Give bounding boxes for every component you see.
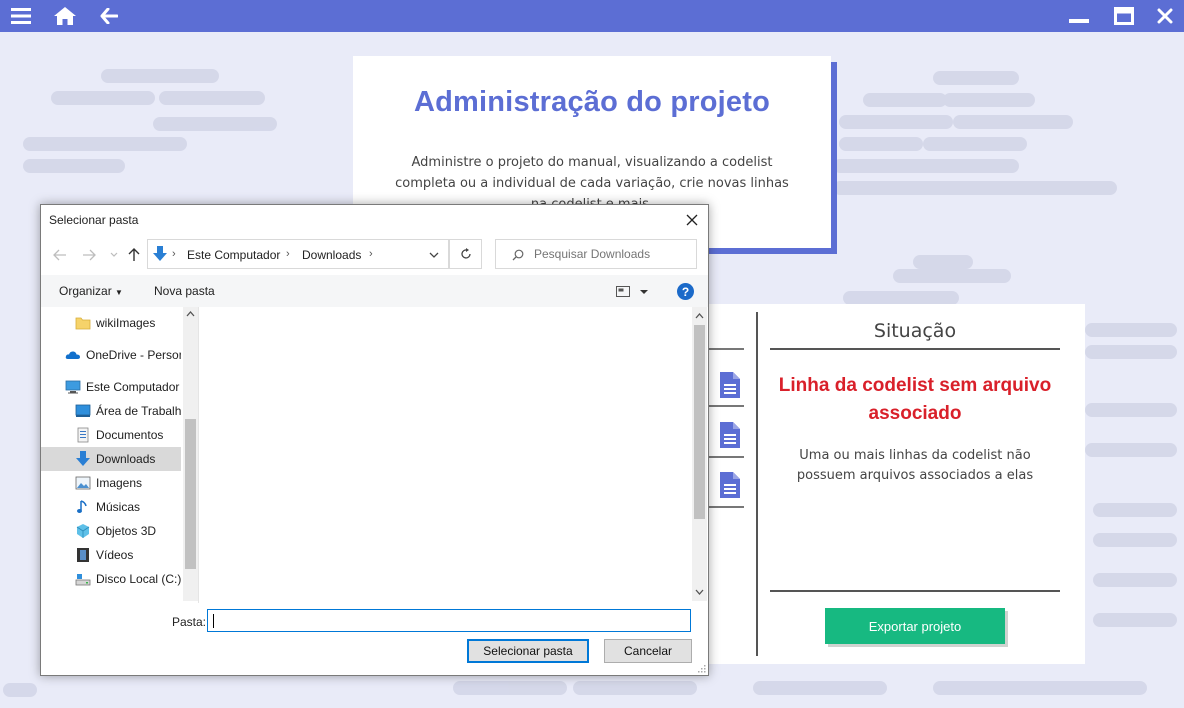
folder-icon <box>75 317 91 330</box>
help-icon[interactable]: ? <box>677 283 694 300</box>
admin-title: Administração do projeto <box>413 86 771 118</box>
drive-icon <box>75 574 91 586</box>
select-folder-dialog: Selecionar pasta › Este Computador › Dow… <box>40 204 709 676</box>
music-icon <box>77 500 87 513</box>
breadcrumb-separator: › <box>172 248 176 260</box>
folder-label: Pasta: <box>172 615 207 629</box>
file-list-scroll-thumb[interactable] <box>694 325 705 519</box>
breadcrumb-downloads[interactable]: Downloads <box>302 248 361 262</box>
up-icon[interactable] <box>126 247 142 263</box>
downloads-icon <box>153 246 167 261</box>
tree-item-label: OneDrive - Personal <box>86 348 181 362</box>
status-message: Linha da codelist sem arquivo associado <box>778 375 1052 424</box>
back-arrow-icon[interactable] <box>98 0 120 32</box>
tree-item-label: Área de Trabalho <box>96 404 181 418</box>
videos-icon <box>77 548 89 562</box>
refresh-icon <box>460 248 471 259</box>
status-description: Uma ou mais linhas da codelist não possu… <box>796 448 1034 483</box>
tree-item-downloads[interactable]: Downloads <box>41 447 181 471</box>
address-bar[interactable]: › Este Computador › Downloads › <box>147 239 449 269</box>
navigation-tree: wikiImages OneDrive - Personal Este Comp… <box>41 307 183 603</box>
pictures-icon <box>75 476 91 490</box>
breadcrumb-separator: › <box>369 248 373 260</box>
cancel-button[interactable]: Cancelar <box>604 639 692 663</box>
tree-item-videos[interactable]: Vídeos <box>41 543 181 567</box>
select-folder-button[interactable]: Selecionar pasta <box>467 639 589 663</box>
documents-icon <box>77 427 89 443</box>
objects-3d-icon <box>76 524 90 538</box>
organize-button[interactable]: Organizar ▼ <box>59 284 123 298</box>
dialog-toolbar: Organizar ▼ Nova pasta <box>41 275 708 307</box>
onedrive-icon <box>65 351 80 359</box>
desktop-icon <box>75 404 91 417</box>
scroll-up-icon[interactable] <box>186 311 195 317</box>
tree-item-label: Imagens <box>96 476 143 490</box>
menu-icon[interactable] <box>10 0 32 32</box>
tree-item-desktop[interactable]: Área de Trabalho <box>41 399 181 423</box>
tree-item-label: Documentos <box>96 428 164 442</box>
heading-rule <box>770 348 1060 350</box>
title-bar <box>0 0 1184 32</box>
organize-label: Organizar <box>59 284 112 298</box>
search-box[interactable] <box>495 239 697 269</box>
view-options-icon[interactable] <box>616 285 652 299</box>
tree-item-label: Este Computador <box>86 380 180 394</box>
home-icon[interactable] <box>53 0 77 32</box>
tree-item-label: Disco Local (C:) <box>96 572 181 586</box>
maximize-icon[interactable] <box>1113 0 1135 32</box>
breadcrumb-separator: › <box>286 248 290 260</box>
dialog-title: Selecionar pasta <box>49 213 139 227</box>
minimize-icon[interactable] <box>1068 0 1090 32</box>
downloads-icon <box>76 451 90 466</box>
tree-item-documents[interactable]: Documentos <box>41 423 181 447</box>
close-icon[interactable] <box>1154 0 1176 32</box>
situation-heading: Situação <box>873 320 957 342</box>
new-folder-button[interactable]: Nova pasta <box>154 284 215 298</box>
file-list-scrollbar[interactable] <box>692 307 707 601</box>
tree-item-label: Objetos 3D <box>96 524 157 538</box>
recent-locations-chevron-icon[interactable] <box>106 247 122 263</box>
tree-item-local-disk[interactable]: Disco Local (C:) <box>41 567 181 591</box>
organize-chevron-icon: ▼ <box>115 288 123 297</box>
folder-input[interactable] <box>207 609 691 632</box>
tree-item-pictures[interactable]: Imagens <box>41 471 181 495</box>
file-list[interactable] <box>199 307 693 603</box>
tree-item-this-pc[interactable]: Este Computador <box>41 375 181 399</box>
refresh-button[interactable] <box>449 239 482 269</box>
tree-item-label: Downloads <box>96 452 156 466</box>
tree-scrollbar[interactable] <box>183 307 198 601</box>
scroll-down-icon[interactable] <box>695 589 704 595</box>
text-caret <box>213 614 214 628</box>
tree-item-label: wikiImages <box>96 316 156 330</box>
address-dropdown-icon[interactable] <box>429 252 439 258</box>
document-icon[interactable] <box>720 372 740 398</box>
situation-panel: Situação Linha da codelist sem arquivo a… <box>700 304 1085 664</box>
tree-item-label: Músicas <box>96 500 141 514</box>
scroll-up-icon[interactable] <box>695 313 704 319</box>
search-icon <box>512 249 524 261</box>
tree-item-wikiimages[interactable]: wikiImages <box>41 311 181 335</box>
document-icon[interactable] <box>720 472 740 498</box>
dialog-close-icon[interactable] <box>681 209 703 231</box>
resize-grip-icon[interactable] <box>696 663 706 673</box>
tree-item-3d-objects[interactable]: Objetos 3D <box>41 519 181 543</box>
breadcrumb-this-pc[interactable]: Este Computador <box>187 248 280 262</box>
document-icon[interactable] <box>720 422 740 448</box>
bottom-rule <box>770 590 1060 592</box>
tree-item-music[interactable]: Músicas <box>41 495 181 519</box>
search-input[interactable] <box>534 247 694 261</box>
forward-icon[interactable] <box>81 247 97 263</box>
back-icon[interactable] <box>52 247 68 263</box>
panel-divider <box>756 312 758 656</box>
tree-item-onedrive[interactable]: OneDrive - Personal <box>41 343 181 367</box>
computer-icon <box>65 380 81 394</box>
export-project-button[interactable]: Exportar projeto <box>825 608 1005 644</box>
tree-scroll-thumb[interactable] <box>185 419 196 569</box>
tree-item-label: Vídeos <box>96 548 134 562</box>
